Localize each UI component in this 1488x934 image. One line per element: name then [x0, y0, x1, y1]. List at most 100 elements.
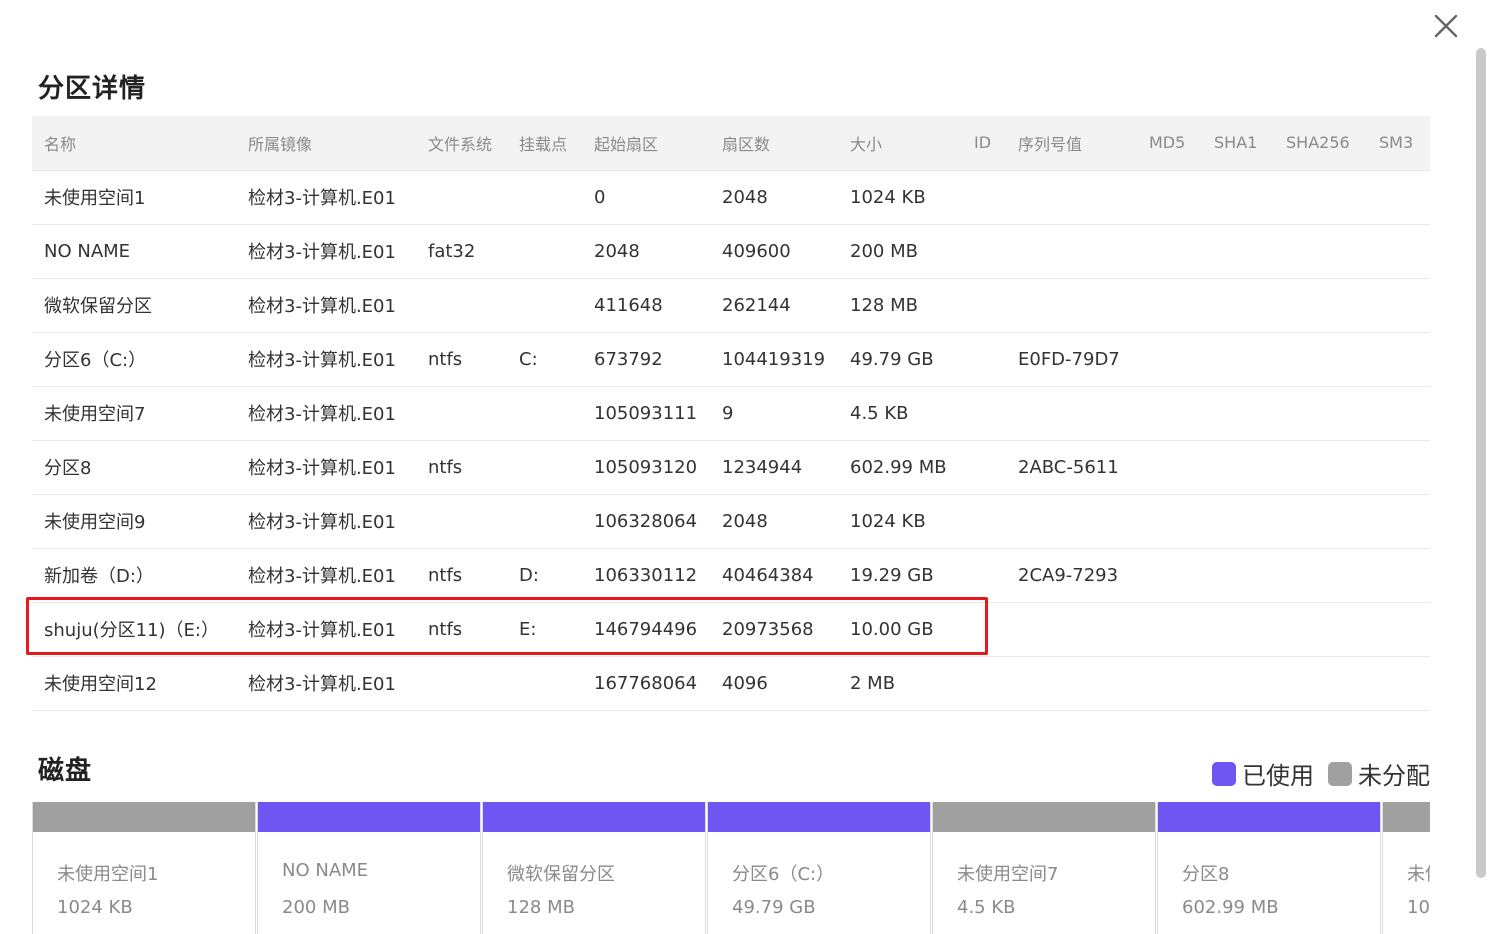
cell-id	[962, 386, 1006, 441]
disk-block-size: 128 MB	[507, 897, 575, 918]
cell-start: 106330112	[582, 548, 710, 603]
column-header-id-col[interactable]: ID	[962, 116, 1006, 171]
cell-mount	[507, 170, 582, 225]
legend-label: 已使用	[1242, 762, 1314, 790]
cell-sectors: 40464384	[710, 548, 838, 603]
column-header-fs-col[interactable]: 文件系统	[416, 116, 507, 171]
disk-block-size: 49.79 GB	[732, 897, 816, 918]
cell-sectors: 1234944	[710, 440, 838, 495]
table-row[interactable]: 微软保留分区 检材3-计算机.E01 411648 262144 128 MB	[32, 278, 1430, 333]
cell-hash-empty	[1137, 656, 1202, 711]
cell-id	[962, 440, 1006, 495]
table-row[interactable]: 未使用空间9 检材3-计算机.E01 106328064 2048 1024 KB	[32, 494, 1430, 549]
disk-block-name: 未使用空间1	[57, 864, 159, 885]
table-row[interactable]: shuju(分区11)（E:） 检材3-计算机.E01 ntfs E: 14679449…	[32, 602, 1430, 657]
disk-block-bar-used	[258, 802, 480, 832]
disk-block-bar-used	[1158, 802, 1380, 832]
column-header-mount-col[interactable]: 挂载点	[507, 116, 582, 171]
cell-hash-empty	[1367, 224, 1430, 279]
cell-serial	[1006, 656, 1137, 711]
cell-size: 1024 KB	[838, 170, 962, 225]
disk-block[interactable]: 分区6（C:） 49.79 GB	[707, 802, 931, 934]
cell-serial: E0FD-79D7	[1006, 332, 1137, 387]
cell-sectors: 20973568	[710, 602, 838, 657]
disk-block-name: 未使用空间9	[1407, 864, 1430, 885]
cell-image: 检材3-计算机.E01	[236, 656, 416, 711]
legend-label: 未分配	[1358, 762, 1430, 790]
cell-start: 2048	[582, 224, 710, 279]
table-row[interactable]: 分区8 检材3-计算机.E01 ntfs 105093120 1234944 602.99…	[32, 440, 1430, 495]
partition-table: 名称 所属镜像 文件系统 挂载点 起始扇区 扇区数 大小 ID 序列号值 MD5 SHA1 SHA25…	[32, 116, 1430, 711]
disk-title: 磁盘	[38, 756, 93, 786]
table-row[interactable]: NO NAME 检材3-计算机.E01 fat32 2048 409600 200 MB	[32, 224, 1430, 279]
cell-fs: ntfs	[416, 440, 507, 495]
disk-block[interactable]: NO NAME 200 MB	[257, 802, 481, 934]
disk-block[interactable]: 未使用空间9 1024 KB	[1382, 802, 1430, 934]
disk-block[interactable]: 分区8 602.99 MB	[1157, 802, 1381, 934]
cell-start: 411648	[582, 278, 710, 333]
column-header-sectors-col[interactable]: 扇区数	[710, 116, 838, 171]
column-header-name-col[interactable]: 名称	[32, 116, 236, 171]
scrollbar-thumb[interactable]	[1476, 48, 1486, 878]
cell-size: 1024 KB	[838, 494, 962, 549]
cell-hash-empty	[1202, 224, 1274, 279]
column-header-sha1-col[interactable]: SHA1	[1202, 116, 1274, 171]
column-header-serial-col[interactable]: 序列号值	[1006, 116, 1137, 171]
cell-name: 新加卷（D:）	[32, 548, 236, 603]
close-icon	[1434, 14, 1458, 38]
column-header-sha256-col[interactable]: SHA256	[1274, 116, 1367, 171]
cell-hash-empty	[1274, 602, 1367, 657]
cell-fs: ntfs	[416, 548, 507, 603]
cell-sectors: 9	[710, 386, 838, 441]
cell-id	[962, 548, 1006, 603]
cell-hash-empty	[1202, 548, 1274, 603]
legend-item: 已使用	[1212, 756, 1314, 791]
cell-hash-empty	[1367, 332, 1430, 387]
disk-block-bar-used	[708, 802, 930, 832]
cell-image: 检材3-计算机.E01	[236, 332, 416, 387]
disk-block[interactable]: 微软保留分区 128 MB	[482, 802, 706, 934]
disk-block-name: 分区8	[1182, 864, 1230, 885]
cell-size: 128 MB	[838, 278, 962, 333]
column-header-sm3-col[interactable]: SM3	[1367, 116, 1430, 171]
cell-sectors: 104419319	[710, 332, 838, 387]
cell-image: 检材3-计算机.E01	[236, 224, 416, 279]
cell-size: 19.29 GB	[838, 548, 962, 603]
disk-block-size: 1024 KB	[1407, 897, 1430, 918]
cell-hash-empty	[1367, 656, 1430, 711]
cell-hash-empty	[1274, 656, 1367, 711]
close-button[interactable]	[1428, 8, 1464, 44]
cell-hash-empty	[1137, 332, 1202, 387]
partition-details-dialog: 分区详情 名称 所属镜像 文件系统 挂载点 起始扇区 扇区数 大小 ID 序列号值 MD5 SHA1…	[0, 0, 1488, 934]
cell-size: 49.79 GB	[838, 332, 962, 387]
table-row[interactable]: 未使用空间7 检材3-计算机.E01 105093111 9 4.5 KB	[32, 386, 1430, 441]
table-row[interactable]: 未使用空间1 检材3-计算机.E01 0 2048 1024 KB	[32, 170, 1430, 225]
column-header-image-col[interactable]: 所属镜像	[236, 116, 416, 171]
column-header-size-col[interactable]: 大小	[838, 116, 962, 171]
cell-hash-empty	[1202, 494, 1274, 549]
disk-block-size: 200 MB	[282, 897, 350, 918]
column-header-md5-col[interactable]: MD5	[1137, 116, 1202, 171]
cell-hash-empty	[1202, 170, 1274, 225]
cell-size: 602.99 MB	[838, 440, 962, 495]
cell-serial	[1006, 386, 1137, 441]
disk-partition-strip[interactable]: 未使用空间1 1024 KB NO NAME 200 MB 微软保留分区 128 MB 分区…	[32, 802, 1430, 934]
table-row[interactable]: 新加卷（D:） 检材3-计算机.E01 ntfs D: 106330112 4046438…	[32, 548, 1430, 603]
cell-hash-empty	[1274, 548, 1367, 603]
table-row[interactable]: 分区6（C:） 检材3-计算机.E01 ntfs C: 673792 104419319 4…	[32, 332, 1430, 387]
cell-hash-empty	[1137, 440, 1202, 495]
column-header-start-col[interactable]: 起始扇区	[582, 116, 710, 171]
table-row[interactable]: 未使用空间12 检材3-计算机.E01 167768064 4096 2 MB	[32, 656, 1430, 711]
cell-fs: ntfs	[416, 602, 507, 657]
cell-name: shuju(分区11)（E:）	[32, 602, 236, 657]
cell-image: 检材3-计算机.E01	[236, 278, 416, 333]
disk-block[interactable]: 未使用空间1 1024 KB	[32, 802, 256, 934]
disk-block[interactable]: 未使用空间7 4.5 KB	[932, 802, 1156, 934]
cell-hash-empty	[1274, 224, 1367, 279]
cell-fs	[416, 494, 507, 549]
cell-name: 未使用空间9	[32, 494, 236, 549]
cell-start: 167768064	[582, 656, 710, 711]
cell-mount	[507, 494, 582, 549]
legend-swatch	[1328, 761, 1352, 786]
cell-fs	[416, 656, 507, 711]
